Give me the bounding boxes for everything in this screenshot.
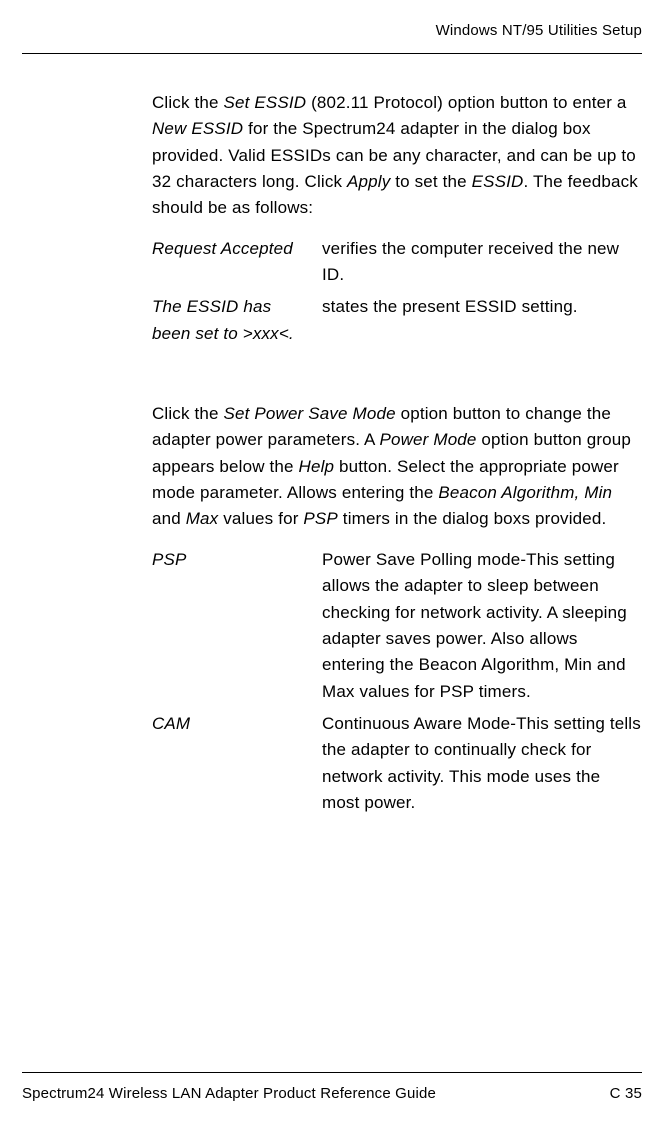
definition-term: Request Accepted bbox=[152, 236, 322, 289]
text-italic: Apply bbox=[347, 172, 390, 191]
page-header: Windows NT/95 Utilities Setup bbox=[22, 22, 642, 54]
definition-desc: states the present ESSID setting. bbox=[322, 294, 642, 347]
definition-term: PSP bbox=[152, 547, 322, 705]
page-footer: Spectrum24 Wireless LAN Adapter Product … bbox=[22, 1072, 642, 1126]
definition-term: The ESSID has been set to >xxx<. bbox=[152, 294, 322, 347]
definition-row: PSP Power Save Polling mode-This setting… bbox=[152, 547, 642, 705]
text: (802.11 Protocol) option button to enter… bbox=[306, 93, 626, 112]
text: Click the bbox=[152, 404, 224, 423]
definition-term: CAM bbox=[152, 711, 322, 816]
paragraph-power: Click the Set Power Save Mode option but… bbox=[152, 401, 642, 533]
definition-row: Request Accepted verifies the computer r… bbox=[152, 236, 642, 289]
page-content: Click the Set ESSID (802.11 Protocol) op… bbox=[22, 90, 642, 1072]
text: Click the bbox=[152, 93, 224, 112]
definition-row: The ESSID has been set to >xxx<. states … bbox=[152, 294, 642, 347]
text: values for bbox=[218, 509, 303, 528]
definition-list-power: PSP Power Save Polling mode-This setting… bbox=[152, 547, 642, 816]
definition-desc: verifies the computer received the new I… bbox=[322, 236, 642, 289]
text-italic: PSP bbox=[303, 509, 338, 528]
text: timers in the dialog boxs provided. bbox=[338, 509, 606, 528]
text-italic: Set ESSID bbox=[224, 93, 307, 112]
text: to set the bbox=[390, 172, 471, 191]
text-italic: Power Mode bbox=[380, 430, 477, 449]
text-italic: ESSID bbox=[472, 172, 524, 191]
text-italic: Set Power Save Mode bbox=[224, 404, 396, 423]
text-italic: New ESSID bbox=[152, 119, 243, 138]
definition-row: CAM Continuous Aware Mode-This setting t… bbox=[152, 711, 642, 816]
text: and bbox=[152, 509, 186, 528]
text-italic: Help bbox=[299, 457, 335, 476]
definition-desc: Power Save Polling mode-This setting all… bbox=[322, 547, 642, 705]
text-italic: Max bbox=[186, 509, 219, 528]
footer-page-number: C 35 bbox=[610, 1085, 642, 1102]
definition-desc: Continuous Aware Mode-This setting tells… bbox=[322, 711, 642, 816]
text-italic: Beacon Algorithm, Min bbox=[438, 483, 612, 502]
paragraph-essid: Click the Set ESSID (802.11 Protocol) op… bbox=[152, 90, 642, 222]
footer-title: Spectrum24 Wireless LAN Adapter Product … bbox=[22, 1085, 436, 1102]
definition-list-essid: Request Accepted verifies the computer r… bbox=[152, 236, 642, 347]
